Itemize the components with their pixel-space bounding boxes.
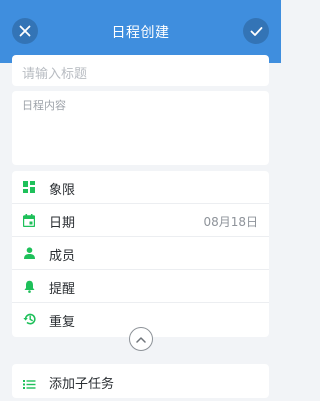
- add-subtask-button[interactable]: 添加子任务: [12, 364, 269, 398]
- field-row-members[interactable]: 成员: [12, 237, 269, 270]
- history-icon: [22, 312, 36, 326]
- check-icon: [250, 26, 262, 36]
- field-list: 象限 日期 08月18日 成员 提醒 重复: [12, 171, 269, 337]
- field-label-date: 日期: [49, 216, 76, 231]
- person-icon: [22, 246, 36, 260]
- bell-icon: [22, 279, 36, 293]
- list-icon: [23, 375, 36, 389]
- grid-icon: [22, 180, 36, 194]
- title-placeholder: 请输入标题: [22, 67, 88, 82]
- field-label-reminder: 提醒: [49, 282, 76, 297]
- field-label-repeat: 重复: [49, 315, 76, 330]
- page-title: 日程创建: [111, 25, 170, 41]
- calendar-icon: [22, 213, 36, 227]
- field-row-date[interactable]: 日期 08月18日: [12, 204, 269, 237]
- field-label-members: 成员: [49, 249, 76, 264]
- content-textarea[interactable]: 日程内容: [12, 91, 269, 165]
- title-input[interactable]: 请输入标题: [12, 55, 269, 86]
- field-value-date: 08月18日: [203, 215, 258, 229]
- field-label-quadrant: 象限: [49, 183, 76, 198]
- field-row-reminder[interactable]: 提醒: [12, 270, 269, 303]
- app-header: 日程创建: [0, 0, 281, 63]
- collapse-button[interactable]: [129, 327, 153, 351]
- field-row-quadrant[interactable]: 象限: [12, 171, 269, 204]
- confirm-button[interactable]: [243, 18, 269, 44]
- chevron-up-icon: [136, 336, 146, 343]
- content-placeholder: 日程内容: [22, 99, 66, 112]
- add-subtask-label: 添加子任务: [49, 377, 115, 392]
